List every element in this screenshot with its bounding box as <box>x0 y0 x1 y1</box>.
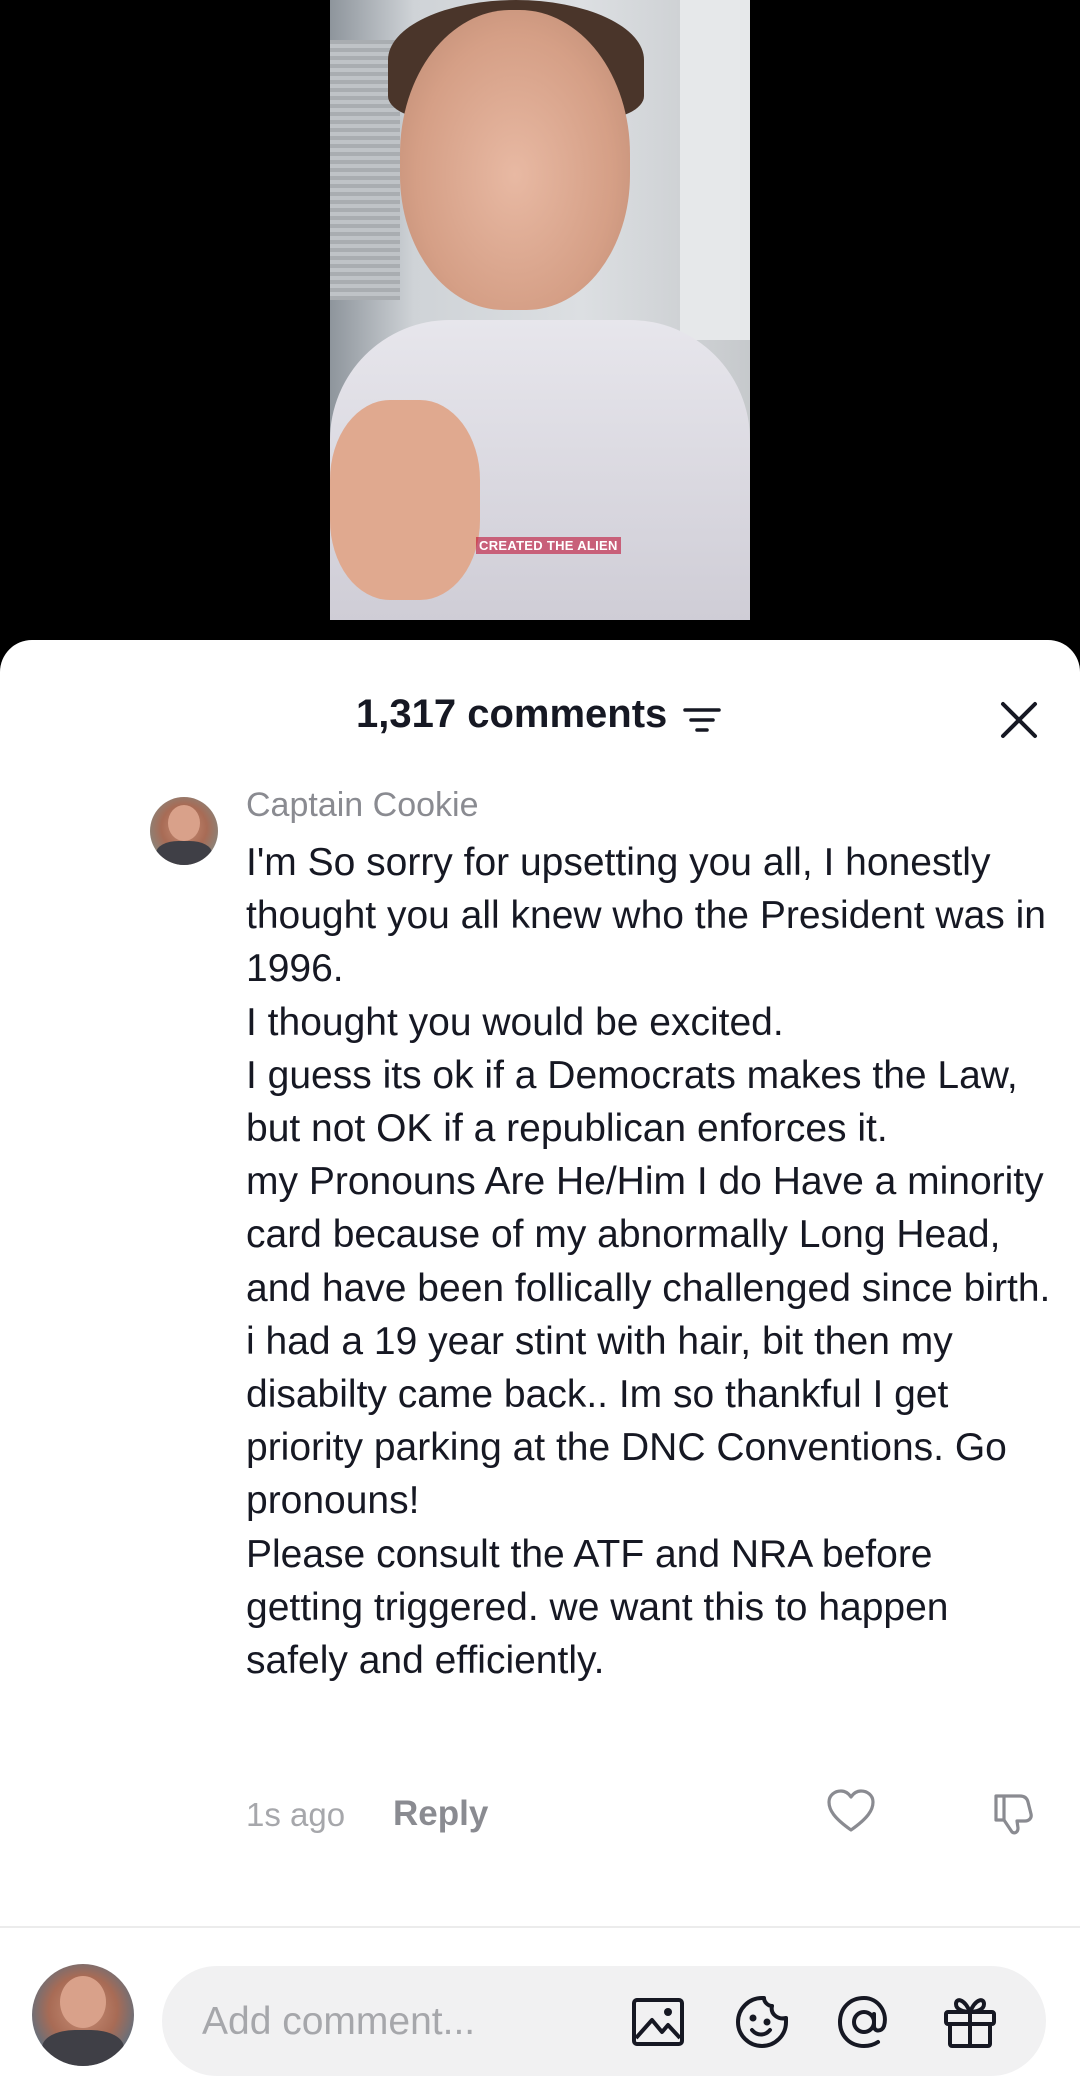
comment-text: I'm So sorry for upsetting you all, I ho… <box>246 836 1056 1687</box>
avatar-body <box>156 841 212 865</box>
comment-line: my Pronouns Are He/Him I do Have a minor… <box>246 1160 1051 1523</box>
user-avatar[interactable] <box>32 1964 134 2066</box>
avatar-head <box>168 805 200 841</box>
gift-icon[interactable] <box>940 1992 1000 2052</box>
comment-line: I thought you would be excited. <box>246 1000 784 1044</box>
commenter-avatar[interactable] <box>150 797 218 865</box>
reply-button[interactable]: Reply <box>393 1794 488 1834</box>
video-caption: CREATED THE ALIEN <box>476 537 621 554</box>
video-frame[interactable]: CREATED THE ALIEN <box>330 0 750 620</box>
heart-icon[interactable] <box>826 1788 876 1834</box>
avatar-head <box>60 1976 106 2028</box>
comments-count-title: 1,317 comments <box>356 692 668 736</box>
comment-author[interactable]: Captain Cookie <box>246 786 478 825</box>
comment-line: I'm So sorry for upsetting you all, I ho… <box>246 841 1046 991</box>
image-icon[interactable] <box>628 1992 688 2052</box>
sort-filter-icon[interactable] <box>682 706 722 736</box>
comment-meta: 1s ago Reply <box>246 1788 1056 1838</box>
person-hand <box>330 400 480 600</box>
comment-timestamp: 1s ago <box>246 1796 346 1833</box>
close-icon[interactable] <box>995 696 1043 744</box>
comment-input-placeholder[interactable]: Add comment... <box>202 2000 475 2044</box>
emoji-icon[interactable] <box>732 1992 792 2052</box>
comments-sheet: 1,317 comments Captain Cookie I'm So sor… <box>0 640 1080 2084</box>
comment-composer: Add comment... <box>0 1928 1080 2084</box>
thumbs-down-icon[interactable] <box>990 1788 1040 1836</box>
comments-header: 1,317 comments <box>0 676 1080 746</box>
comment-line: I guess its ok if a Democrats makes the … <box>246 1053 1018 1151</box>
at-mention-icon[interactable] <box>834 1992 894 2052</box>
door <box>677 0 750 340</box>
comment-input[interactable]: Add comment... <box>162 1966 1046 2076</box>
person-face <box>400 10 630 310</box>
comment-line: Please consult the ATF and NRA before ge… <box>246 1532 949 1683</box>
video-player[interactable]: CREATED THE ALIEN <box>0 0 1080 660</box>
avatar-body <box>42 2030 124 2066</box>
